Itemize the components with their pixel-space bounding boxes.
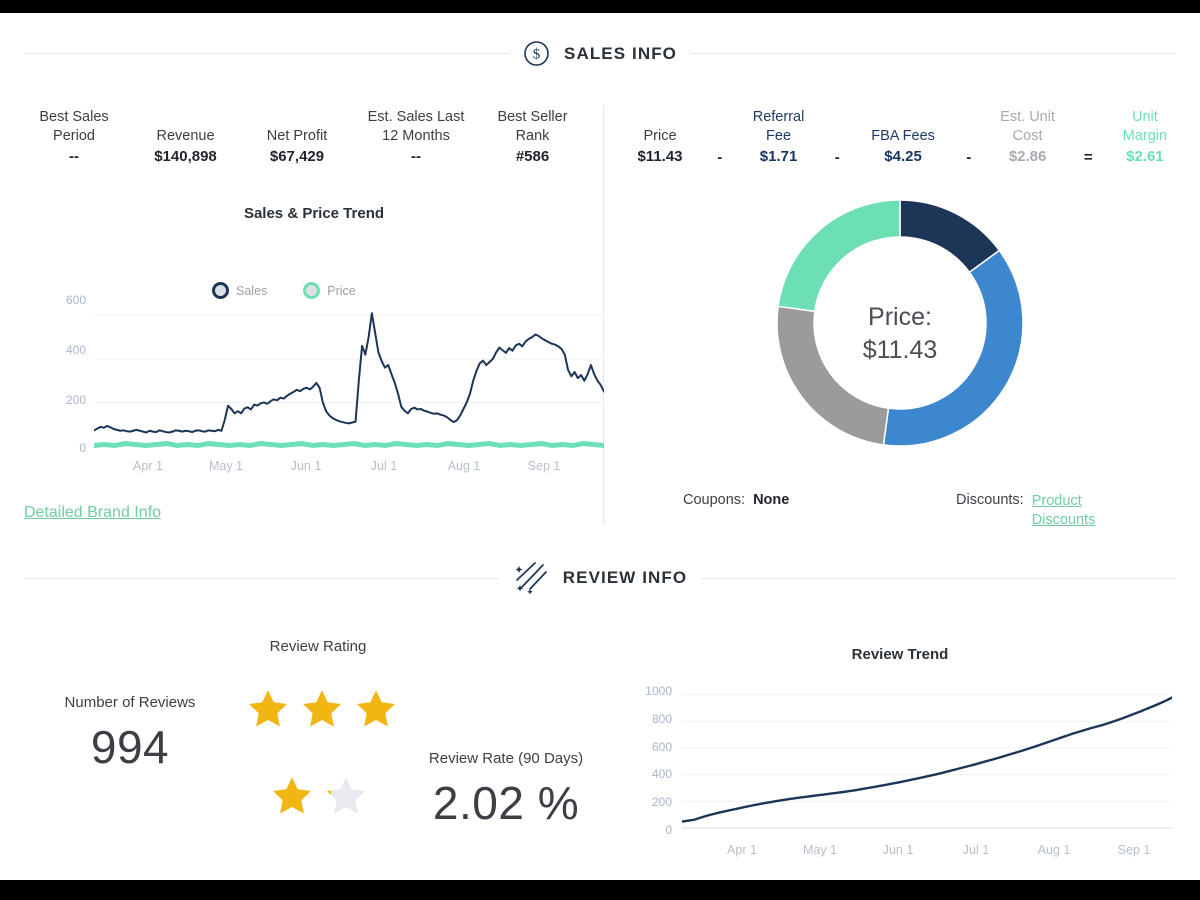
star-filled-icon-2 — [303, 690, 341, 727]
sales-info-header: $ SALES INFO — [0, 40, 1200, 67]
donut-center-line1: Price: — [868, 303, 932, 331]
coupons-row: Coupons: None — [683, 492, 789, 508]
sales-xtick-jun: Jun 1 — [290, 459, 322, 473]
dollar-circle-icon: $ — [523, 40, 550, 67]
shooting-stars-icon — [513, 561, 549, 595]
detailed-brand-info-wrap: Detailed Brand Info — [24, 504, 604, 522]
coupons-value: None — [753, 492, 790, 508]
review-ytick-1000: 1000 — [645, 684, 672, 698]
sales-xtick-may: May 1 — [208, 459, 244, 473]
header-rule-right — [691, 53, 1177, 54]
review-rating-stars-top — [244, 686, 400, 732]
legend-item-price[interactable]: Price — [303, 282, 356, 299]
sales-trend-plot — [94, 312, 604, 448]
legend-dot-sales-icon — [212, 282, 229, 299]
letterbox-bottom — [0, 880, 1200, 900]
sales-ytick-0: 0 — [79, 441, 86, 455]
kpi-best-sales-period: Best Sales Period -- — [39, 109, 109, 165]
detailed-brand-info-link[interactable]: Detailed Brand Info — [24, 504, 161, 521]
coupons-label: Coupons: — [683, 492, 746, 508]
operator-minus-1: - — [717, 149, 723, 166]
operator-equals: = — [1083, 149, 1093, 166]
sales-trend-legend: Sales Price — [212, 282, 356, 299]
star-partial-icon-5 — [327, 777, 365, 814]
review-ytick-800: 800 — [651, 712, 672, 726]
review-header-rule-left — [24, 577, 499, 579]
sales-kpi-row: Best Sales Period -- Revenue $140,898 Ne… — [24, 108, 580, 166]
review-header-rule-right — [701, 577, 1176, 579]
donut-center-line2: $11.43 — [862, 336, 938, 364]
header-rule-left — [24, 53, 509, 54]
dashboard-page: $ SALES INFO Best Sales Period -- Revenu… — [0, 13, 1200, 880]
svg-text:$: $ — [533, 47, 541, 63]
review-trend-xaxis: Apr 1 May 1 Jun 1 Jul 1 Aug 1 Sep 1 — [682, 843, 1172, 863]
price-breakdown-row: Price $11.43 - Referral Fee $1.71 - FBA … — [620, 108, 1180, 166]
kpi-revenue: Revenue $140,898 — [154, 128, 217, 165]
letterbox-top — [0, 0, 1200, 13]
sales-trend-chart[interactable]: 600 400 200 0 — [24, 293, 604, 478]
review-info-header: REVIEW INFO — [0, 561, 1200, 595]
legend-item-sales[interactable]: Sales — [212, 282, 267, 299]
discounts-label: Discounts: — [956, 492, 1024, 508]
star-filled-icon-3 — [357, 690, 395, 727]
breakdown-unit-margin: Unit Margin $2.61 — [1122, 109, 1168, 165]
sales-xtick-aug: Aug 1 — [447, 459, 481, 473]
sales-xtick-jul: Jul 1 — [370, 459, 398, 473]
sales-ytick-400: 400 — [65, 343, 86, 357]
review-trend-chart[interactable]: 1000 800 600 400 200 0 — [610, 676, 1180, 837]
breakdown-est-unit-cost: Est. Unit Cost $2.86 — [1000, 109, 1055, 165]
breakdown-fba-fees: FBA Fees $4.25 — [871, 128, 935, 165]
sales-xtick-apr: Apr 1 — [133, 459, 163, 473]
review-xtick-jun: Jun 1 — [882, 843, 914, 857]
donut-center-label: Price: $11.43 — [775, 301, 1025, 367]
kpi-best-seller-rank: Best Seller Rank #586 — [497, 109, 568, 165]
number-of-reviews-value: 994 — [90, 721, 170, 773]
sales-trend-title: Sales & Price Trend — [243, 205, 385, 222]
legend-label-price: Price — [327, 283, 356, 298]
review-trend-title: Review Trend — [851, 646, 949, 663]
breakdown-price: Price $11.43 — [637, 128, 683, 165]
review-xtick-sep: Sep 1 — [1117, 843, 1151, 857]
review-info-title: REVIEW INFO — [562, 568, 688, 587]
star-filled-icon-1 — [249, 690, 287, 727]
legend-label-sales: Sales — [236, 283, 268, 298]
sales-trend-xaxis: Apr 1 May 1 Jun 1 Jul 1 Aug 1 Sep 1 — [94, 459, 604, 479]
review-rating-stars-bottom — [268, 773, 370, 819]
review-rate-label: Review Rate (90 Days) — [428, 750, 584, 767]
review-rating-label: Review Rating — [269, 638, 367, 655]
review-ytick-600: 600 — [651, 740, 672, 754]
review-xtick-apr: Apr 1 — [727, 843, 757, 857]
review-xtick-may: May 1 — [802, 843, 838, 857]
sales-ytick-200: 200 — [65, 393, 86, 407]
sales-xtick-sep: Sep 1 — [527, 459, 561, 473]
review-xtick-jul: Jul 1 — [962, 843, 990, 857]
review-ytick-200: 200 — [651, 795, 672, 809]
product-discounts-link[interactable]: Product Discounts — [1032, 492, 1124, 530]
kpi-est-sales-last-12-months: Est. Sales Last 12 Months -- — [367, 109, 465, 165]
operator-minus-3: - — [966, 149, 972, 166]
kpi-net-profit: Net Profit $67,429 — [266, 128, 328, 165]
star-filled-icon-4 — [273, 777, 311, 814]
review-ytick-0: 0 — [665, 823, 672, 837]
breakdown-referral-fee: Referral Fee $1.71 — [752, 109, 805, 165]
number-of-reviews-label: Number of Reviews — [64, 694, 196, 711]
review-xtick-aug: Aug 1 — [1037, 843, 1071, 857]
sales-info-title: SALES INFO — [564, 43, 678, 63]
discounts-row: Discounts: Product Discounts — [956, 492, 1124, 530]
review-ytick-400: 400 — [651, 767, 672, 781]
price-donut-chart[interactable]: Price: $11.43 — [775, 198, 1025, 448]
review-trend-plot — [682, 694, 1172, 829]
operator-minus-2: - — [834, 149, 840, 166]
legend-dot-price-icon — [303, 282, 321, 299]
review-rate-value: 2.02 % — [432, 777, 580, 829]
sales-ytick-600: 600 — [65, 293, 86, 307]
